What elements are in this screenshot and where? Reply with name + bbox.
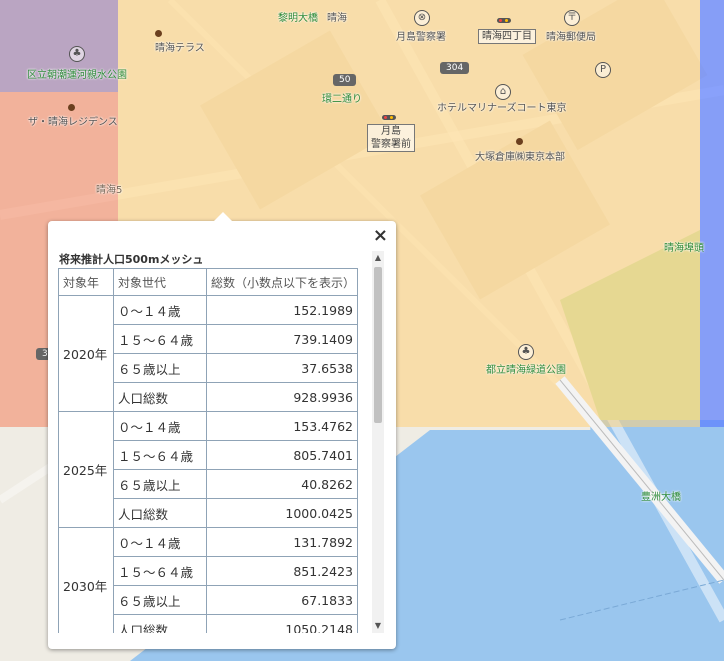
label-toyosu-bridge: 豊洲大橋 [641,492,681,503]
label-harumi-post: 晴海郵便局 [546,32,596,43]
value-cell: 1050.2148 [206,614,358,633]
generation-cell: ６５歳以上 [113,353,207,383]
label-harumi-4chome: 晴海四丁目 [478,29,536,44]
park-icon[interactable]: ♣ [518,344,534,360]
generation-cell: 人口総数 [113,498,207,528]
generation-cell: 人口総数 [113,614,207,633]
label-tsukishima-police: 月島警察署 [396,32,446,43]
label-the-harumi: ザ・晴海レジデンス [28,117,118,128]
park-icon[interactable]: ♣ [69,46,85,62]
popup-scroll-area[interactable]: 対象年 対象世代 総数（小数点以下を表示） 2020年 ０～１４歳 152.19… [58,268,372,633]
scroll-up-icon[interactable]: ▲ [372,251,384,265]
label-harumi: 晴海 [327,13,347,24]
header-generation: 対象世代 [113,268,207,296]
poi-icon [68,103,75,111]
route-304-shield: 304 [440,62,470,74]
close-icon[interactable]: × [373,225,388,247]
header-year: 対象年 [58,268,114,296]
label-kanni-dori: 環二通り [322,94,362,105]
generation-cell: １５～６４歳 [113,440,207,470]
table-row: 2020年 ０～１４歳 152.1989 [58,295,358,412]
population-table: 対象年 対象世代 総数（小数点以下を表示） 2020年 ０～１４歳 152.19… [58,268,358,633]
scroll-down-icon[interactable]: ▼ [372,619,384,633]
generation-cell: １５～６４歳 [113,324,207,354]
poi-icon [516,137,523,145]
hotel-icon[interactable]: ⌂ [495,84,511,100]
table-row: 2025年 ０～１４歳 153.4762 [58,411,358,528]
value-cell: 131.7892 [206,527,358,557]
label-park-green: 都立晴海緑道公園 [486,365,566,376]
label-kuritsu-park: 区立朝潮運河親水公園 [27,70,127,81]
value-cell: 153.4762 [206,411,358,441]
generation-cell: 人口総数 [113,382,207,412]
value-cell: 805.7401 [206,440,358,470]
popup-pointer [214,212,232,221]
poi-otsuka[interactable] [516,136,526,147]
value-cell: 1000.0425 [206,498,358,528]
year-cell: 2025年 [58,411,114,528]
generation-cell: ６５歳以上 [113,469,207,499]
label-harumi-wharf: 晴海埠頭 [664,243,704,254]
route-50-shield: 50 [333,74,357,86]
value-cell: 67.1833 [206,585,358,615]
police-icon[interactable]: ⊗ [414,10,430,26]
post-office-icon[interactable]: 〒 [564,10,580,26]
traffic-signal-icon [382,115,396,120]
label-tsukishima-mae: 月島 警察署前 [367,124,415,152]
poi-the-harumi[interactable] [68,102,78,113]
value-cell: 37.6538 [206,353,358,383]
label-otsuka: 大塚倉庫㈱東京本部 [475,152,565,163]
poi-icon [155,29,162,37]
generation-cell: ０～１４歳 [113,295,207,325]
year-cell: 2020年 [58,295,114,412]
generation-cell: ０～１４歳 [113,411,207,441]
value-cell: 851.2423 [206,556,358,586]
header-total: 総数（小数点以下を表示） [206,268,358,296]
value-cell: 40.8262 [206,469,358,499]
traffic-signal-icon [497,18,511,23]
value-cell: 152.1989 [206,295,358,325]
population-popup: × 将来推計人口500mメッシュ 対象年 対象世代 総数（小数点以下を表示） 2… [48,212,396,649]
label-harumi-terrace[interactable]: 晴海テラス [155,28,205,54]
generation-cell: ６５歳以上 [113,585,207,615]
parking-icon[interactable]: P [595,62,611,78]
table-row: 2030年 ０～１４歳 131.7892 [58,527,358,633]
value-cell: 928.9936 [206,382,358,412]
year-cell: 2030年 [58,527,114,633]
popup-scrollbar[interactable]: ▲ ▼ [372,251,384,633]
generation-cell: １５～６４歳 [113,556,207,586]
label-hotel: ホテルマリナーズコート東京 [437,103,567,114]
label-harumi5: 晴海5 [96,185,123,196]
scrollbar-thumb[interactable] [374,267,382,423]
popup-title: 将来推計人口500mメッシュ [59,253,204,266]
value-cell: 739.1409 [206,324,358,354]
label-reimei-bridge: 黎明大橋 [278,13,318,24]
generation-cell: ０～１４歳 [113,527,207,557]
table-header-row: 対象年 対象世代 総数（小数点以下を表示） [58,268,358,296]
